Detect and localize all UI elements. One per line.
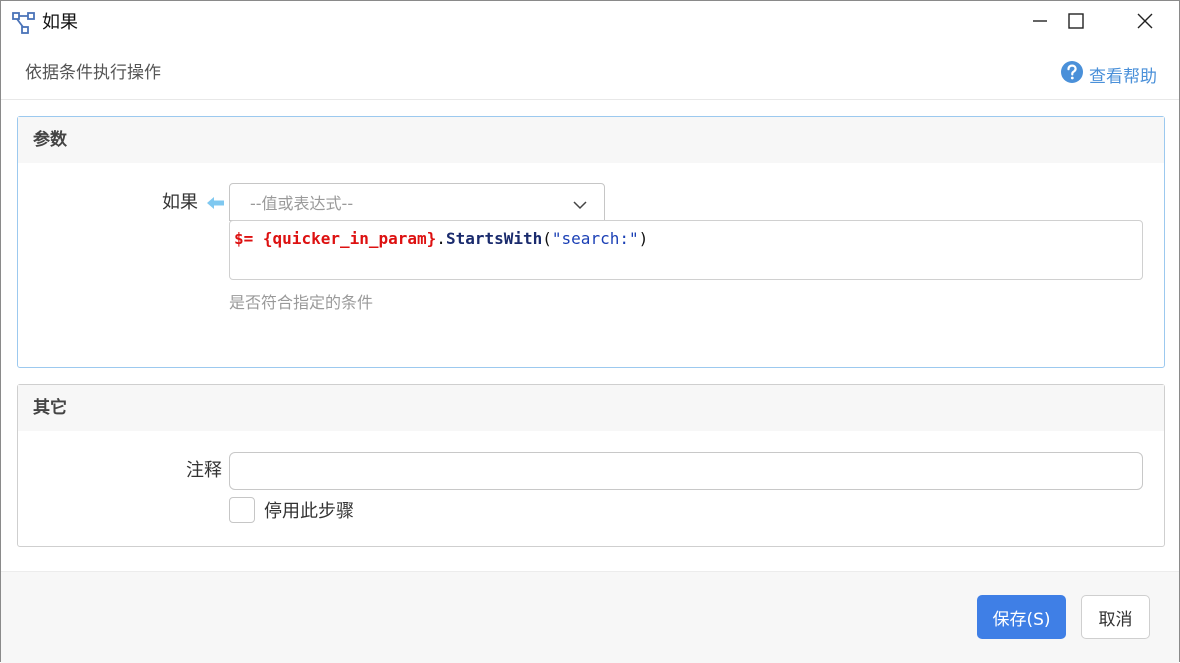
window-title: 如果 (42, 12, 78, 33)
flow-branch-icon (12, 11, 36, 35)
disable-step-checkbox[interactable] (229, 497, 255, 523)
expression-editor[interactable]: $= {quicker_in_param}.StartsWith("search… (229, 220, 1143, 280)
close-icon (1137, 13, 1153, 33)
maximize-button[interactable] (1041, 1, 1111, 45)
disable-step-toggle[interactable]: 停用此步骤 (229, 497, 354, 523)
expr-open-paren: ( (542, 229, 552, 248)
expr-string: "search:" (551, 229, 639, 248)
help-link-label: 查看帮助 (1089, 66, 1157, 87)
note-field-label: 注释 (186, 460, 222, 481)
note-input[interactable] (229, 452, 1143, 490)
help-link[interactable]: 查看帮助 (1060, 61, 1157, 87)
cancel-button[interactable]: 取消 (1081, 595, 1150, 639)
if-field-label: 如果 (162, 192, 198, 213)
dialog-footer: 保存(S) 取消 (1, 571, 1179, 663)
page-subtitle: 依据条件执行操作 (25, 63, 161, 83)
params-panel: 参数 如果 --值或表达式-- $= {quicker_in_param}.St… (17, 116, 1165, 368)
help-icon (1060, 60, 1084, 88)
select-placeholder: --值或表达式-- (250, 194, 354, 213)
expr-close-paren: ) (638, 229, 649, 248)
disable-step-label: 停用此步骤 (264, 501, 354, 522)
maximize-icon (1068, 13, 1084, 33)
header-divider (1, 99, 1179, 100)
value-expression-select[interactable]: --值或表达式-- (229, 183, 605, 221)
params-panel-title: 参数 (18, 117, 1164, 163)
expr-variable: {quicker_in_param} (262, 229, 437, 248)
other-panel-title: 其它 (18, 385, 1164, 431)
other-panel: 其它 注释 停用此步骤 (17, 384, 1165, 547)
save-button[interactable]: 保存(S) (977, 595, 1066, 639)
expr-dot: . (436, 229, 446, 248)
title-bar[interactable]: 如果 (1, 1, 1179, 45)
dialog-window: 如果 依据条件执行操作 查看帮助 参数 如果 --值或表达式-- $= {qui… (0, 0, 1180, 663)
close-button[interactable] (1110, 1, 1180, 45)
expr-method: StartsWith (445, 229, 543, 248)
chevron-down-icon (572, 196, 588, 215)
arrow-left-icon (206, 195, 226, 211)
if-field-hint: 是否符合指定的条件 (229, 293, 374, 312)
expr-prefix: $= (234, 229, 254, 248)
